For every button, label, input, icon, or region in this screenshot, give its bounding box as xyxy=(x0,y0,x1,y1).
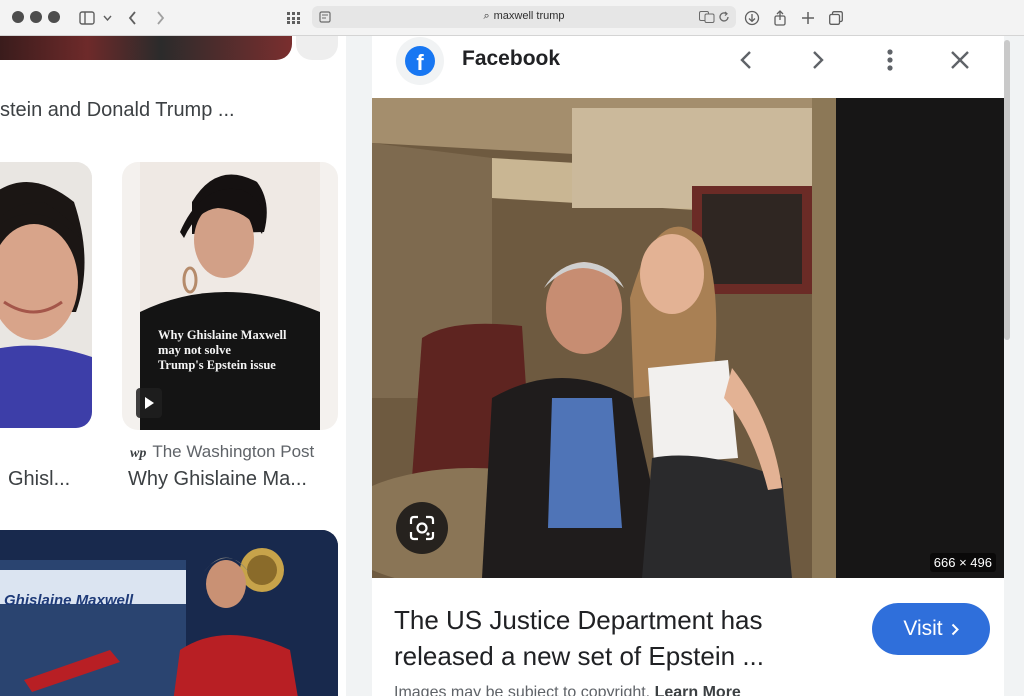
result-image-maxwell-banner[interactable]: Ghislaine Maxwell xyxy=(0,530,338,696)
scrollbar-thumb[interactable] xyxy=(1004,40,1010,340)
preview-image[interactable]: 666 × 496 xyxy=(372,98,1004,578)
close-icon[interactable] xyxy=(942,42,978,78)
result-source-name: The Washington Post xyxy=(152,442,315,461)
image-preview-panel: f Facebook 666 × 496 The US Justice Depa… xyxy=(372,36,1004,696)
download-icon[interactable] xyxy=(742,7,762,29)
result-title[interactable]: The US Justice Department has released a… xyxy=(394,602,834,674)
forward-icon[interactable] xyxy=(150,7,170,29)
result-image-top-left[interactable] xyxy=(0,36,292,60)
zoom-window-button[interactable] xyxy=(48,11,60,23)
image-results-grid: stein and Donald Trump ... Ghisl... Why … xyxy=(0,36,346,696)
result-source-washington-post[interactable]: wp The Washington Post xyxy=(130,442,314,462)
grid-icon[interactable] xyxy=(284,7,304,29)
banner-text: Ghislaine Maxwell xyxy=(4,592,134,609)
overlay-line: may not solve xyxy=(158,343,231,357)
chevron-right-icon xyxy=(951,623,959,635)
chevron-down-icon[interactable] xyxy=(100,7,114,29)
close-window-button[interactable] xyxy=(12,11,24,23)
overlay-line: Trump's Epstein issue xyxy=(158,358,276,372)
translate-icon[interactable] xyxy=(698,9,716,25)
tabs-icon[interactable] xyxy=(826,7,846,29)
visit-label: Visit xyxy=(903,617,943,640)
image-dimensions: 666 × 496 xyxy=(929,553,996,572)
result-image-top-right[interactable] xyxy=(296,36,338,60)
previous-result-icon[interactable] xyxy=(728,42,764,78)
result-image-washington-post[interactable]: Why Ghislaine Maxwell may not solve Trum… xyxy=(122,162,338,430)
address-text: ⌕ maxwell trump xyxy=(312,10,736,23)
minimize-window-button[interactable] xyxy=(30,11,42,23)
copyright-notice: Images may be subject to copyright. Lear… xyxy=(394,684,741,696)
google-lens-icon[interactable] xyxy=(396,502,448,554)
sidebar-icon[interactable] xyxy=(76,7,98,29)
copyright-text: Images may be subject to copyright. xyxy=(394,684,651,696)
overlay-line: Why Ghislaine Maxwell xyxy=(158,328,287,342)
new-tab-icon[interactable] xyxy=(798,7,818,29)
site-name[interactable]: Facebook xyxy=(462,47,560,71)
address-bar[interactable]: ⌕ maxwell trump xyxy=(312,6,736,28)
result-title-top[interactable]: stein and Donald Trump ... xyxy=(0,99,235,122)
reload-icon[interactable] xyxy=(716,9,732,25)
washington-post-overlay-text: Why Ghislaine Maxwell may not solve Trum… xyxy=(158,328,328,373)
back-icon[interactable] xyxy=(122,7,142,29)
facebook-logo-icon[interactable]: f xyxy=(396,37,444,85)
next-result-icon[interactable] xyxy=(800,42,836,78)
learn-more-link[interactable]: Learn More xyxy=(655,684,741,696)
search-icon: ⌕ xyxy=(483,10,490,22)
result-title-left[interactable]: Ghisl... xyxy=(8,468,70,491)
panel-header: f Facebook xyxy=(372,36,1004,96)
more-options-icon[interactable] xyxy=(872,42,908,78)
share-icon[interactable] xyxy=(770,7,790,29)
play-video-icon[interactable] xyxy=(136,388,162,418)
visit-button[interactable]: Visit xyxy=(872,603,990,655)
address-query: maxwell trump xyxy=(493,10,565,22)
panel-divider xyxy=(346,36,372,696)
washington-post-logo-icon: wp xyxy=(130,446,147,461)
result-title-right[interactable]: Why Ghislaine Ma... xyxy=(128,468,307,491)
browser-toolbar: ⌕ maxwell trump xyxy=(0,0,1024,36)
result-image-maxwell-portrait[interactable] xyxy=(0,162,92,428)
